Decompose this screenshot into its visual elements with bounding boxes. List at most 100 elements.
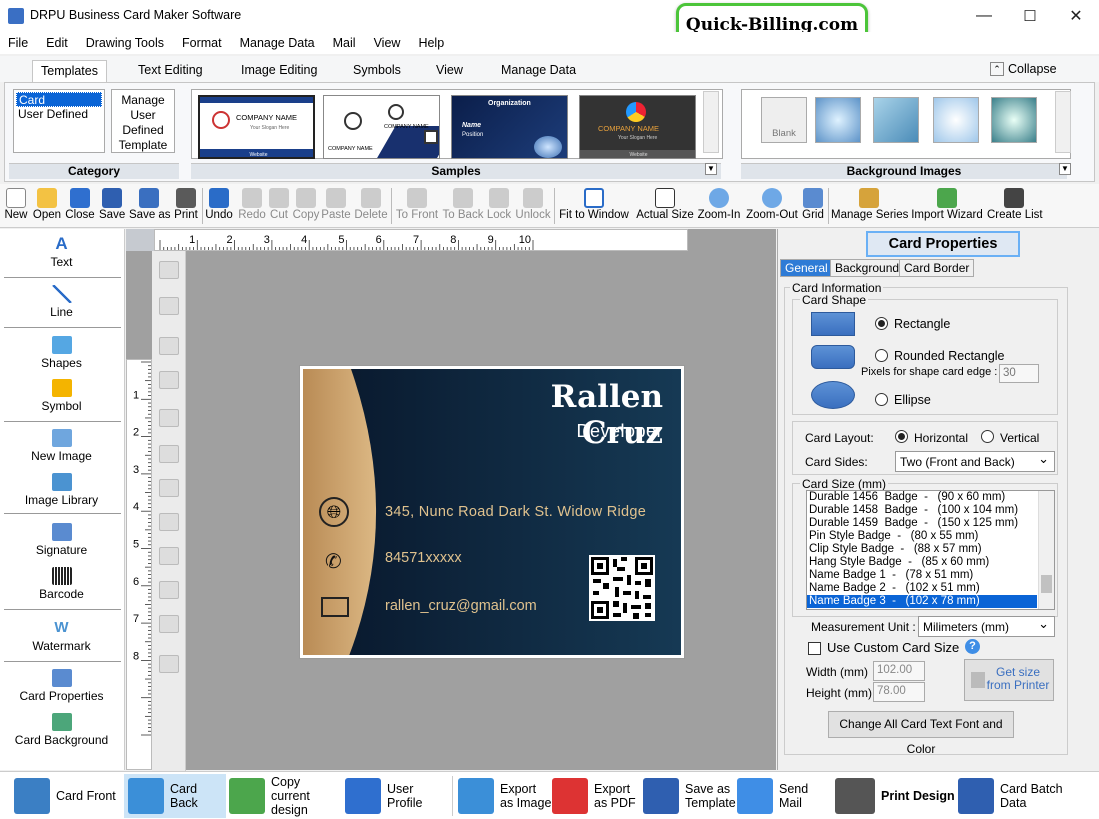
category-list[interactable]: Card Templates User Defined [13,89,105,153]
card-batch-data-button[interactable]: Card Batch Data [958,774,1088,818]
size-option[interactable]: Durable 1459 Badge - (150 x 125 mm) [807,517,1054,530]
category-user-defined[interactable]: User Defined [16,107,102,122]
pan-icon[interactable] [159,615,179,633]
card-back-button[interactable]: Card Back [124,774,226,818]
scrollbar-thumb[interactable] [1041,575,1052,593]
tab-manage-data[interactable]: Manage Data [493,60,584,82]
save-button[interactable]: Save [99,186,125,226]
menu-manage-data[interactable]: Manage Data [240,36,315,50]
sample-template-3[interactable]: Organization Name Position [451,95,568,159]
sample-template-4[interactable]: COMPANY NAME Your Slogan Here Website [579,95,696,159]
card-phone[interactable]: 84571xxxxx [385,550,462,566]
ellipse-shape-icon[interactable] [811,381,855,409]
tool-symbol[interactable]: Symbol [0,379,123,413]
print-button[interactable]: Print [172,186,200,226]
size-option[interactable]: Name Badge 2 - (102 x 51 mm) [807,582,1054,595]
export-pdf-button[interactable]: Export as PDF [552,774,642,818]
size-list-scrollbar[interactable] [1038,491,1054,609]
rounded-rectangle-shape-icon[interactable] [811,345,855,369]
horizontal-radio[interactable] [895,430,908,443]
tool-new-image[interactable]: New Image [0,429,123,463]
tab-view[interactable]: View [428,60,471,82]
background-expand-icon[interactable]: ▼ [1059,163,1071,175]
open-button[interactable]: Open [32,186,62,226]
tool-barcode[interactable]: Barcode [0,567,123,601]
background-image-3[interactable] [933,97,979,143]
card-front-button[interactable]: Card Front [14,774,122,818]
tool-card-background[interactable]: Card Background [0,713,123,747]
zoom-in-button[interactable]: Zoom-In [697,186,741,226]
fit-to-window-button[interactable]: Fit to Window [556,186,632,226]
menu-drawing-tools[interactable]: Drawing Tools [86,36,164,50]
import-wizard-button[interactable]: Import Wizard [910,186,984,226]
height-spinner[interactable]: 78.00 [873,682,925,702]
save-as-button[interactable]: Save as [129,186,171,226]
size-option[interactable]: Hang Style Badge - (85 x 60 mm) [807,556,1054,569]
unlock-button[interactable]: Unlock [514,186,552,226]
menu-edit[interactable]: Edit [46,36,68,50]
tab-text-editing[interactable]: Text Editing [130,60,211,82]
copy-button[interactable]: Copy [292,186,320,226]
tool-signature[interactable]: Signature [0,523,123,557]
tab-image-editing[interactable]: Image Editing [233,60,325,82]
card-sides-select[interactable]: Two (Front and Back) [895,451,1055,472]
ellipse-radio[interactable] [875,393,888,406]
close-doc-button[interactable]: Close [65,186,95,226]
rounded-rectangle-radio[interactable] [875,349,888,362]
grid-button[interactable]: Grid [801,186,825,226]
align-top-icon[interactable] [159,479,179,497]
qr-code[interactable] [589,555,655,621]
sample-template-2[interactable]: COMPANY NAME COMPANY NAME [323,95,440,159]
ungroup-icon[interactable] [159,297,179,315]
menu-mail[interactable]: Mail [333,36,356,50]
tab-general[interactable]: General [780,259,833,277]
background-blank[interactable]: Blank [761,97,807,143]
tab-background[interactable]: Background [830,259,905,277]
design-canvas[interactable]: 1 2 3 4 5 6 7 8 9 10 1 2 3 4 5 6 7 8 Rallen Cruz Develop… [126,229,776,771]
new-button[interactable]: New [3,186,29,226]
card-address[interactable]: 345, Nunc Road Dark St. Widow Ridge [385,504,646,520]
tab-symbols[interactable]: Symbols [345,60,409,82]
export-image-button[interactable]: Export as Image [458,774,552,818]
background-image-4[interactable] [991,97,1037,143]
save-as-template-button[interactable]: Save as Template [643,774,736,818]
width-spinner[interactable]: 102.00 [873,661,925,681]
unlock-object-icon[interactable] [159,371,179,389]
menu-help[interactable]: Help [418,36,444,50]
menu-view[interactable]: View [374,36,401,50]
pixels-spinner[interactable]: 30 [999,364,1039,383]
collapse-icon[interactable]: ⌃ [990,62,1004,76]
create-list-button[interactable]: Create List [987,186,1043,226]
rectangle-radio[interactable] [875,317,888,330]
size-option-selected[interactable]: Name Badge 3 - (102 x 78 mm) [807,595,1037,608]
lock-object-icon[interactable] [159,337,179,355]
redo-button[interactable]: Redo [237,186,267,226]
magnify-icon[interactable] [159,655,179,673]
group-icon[interactable] [159,261,179,279]
actual-size-button[interactable]: Actual Size [636,186,694,226]
user-profile-button[interactable]: User Profile [345,774,449,818]
size-option[interactable]: Pin Style Badge - (80 x 55 mm) [807,530,1054,543]
custom-size-checkbox[interactable] [808,642,821,655]
tab-card-border[interactable]: Card Border [899,259,975,277]
to-back-button[interactable]: To Back [442,186,484,226]
tool-card-properties[interactable]: Card Properties [0,669,123,703]
background-scrollbar[interactable] [1055,91,1071,153]
minimize-button[interactable]: — [961,0,1007,32]
to-front-button[interactable]: To Front [394,186,440,226]
business-card-back[interactable]: Rallen Cruz Developer 🌐︎ 345, Nunc Road … [300,366,684,658]
category-card-templates[interactable]: Card Templates [16,92,102,122]
card-email[interactable]: rallen_cruz@gmail.com [385,598,537,614]
tool-line[interactable]: Line [0,285,123,319]
align-left-icon[interactable] [159,409,179,427]
send-mail-button[interactable]: Send Mail [737,774,833,818]
paste-button[interactable]: Paste [321,186,351,226]
tool-shapes[interactable]: Shapes [0,336,123,370]
change-font-color-button[interactable]: Change All Card Text Font and Color [828,711,1014,756]
card-title[interactable]: Developer [503,421,663,442]
background-image-2[interactable] [873,97,919,143]
zoom-out-button[interactable]: Zoom-Out [744,186,800,226]
measurement-unit-select[interactable]: Milimeters (mm) [918,616,1055,637]
phone-icon[interactable]: ✆ [325,549,342,574]
undo-button[interactable]: Undo [204,186,234,226]
